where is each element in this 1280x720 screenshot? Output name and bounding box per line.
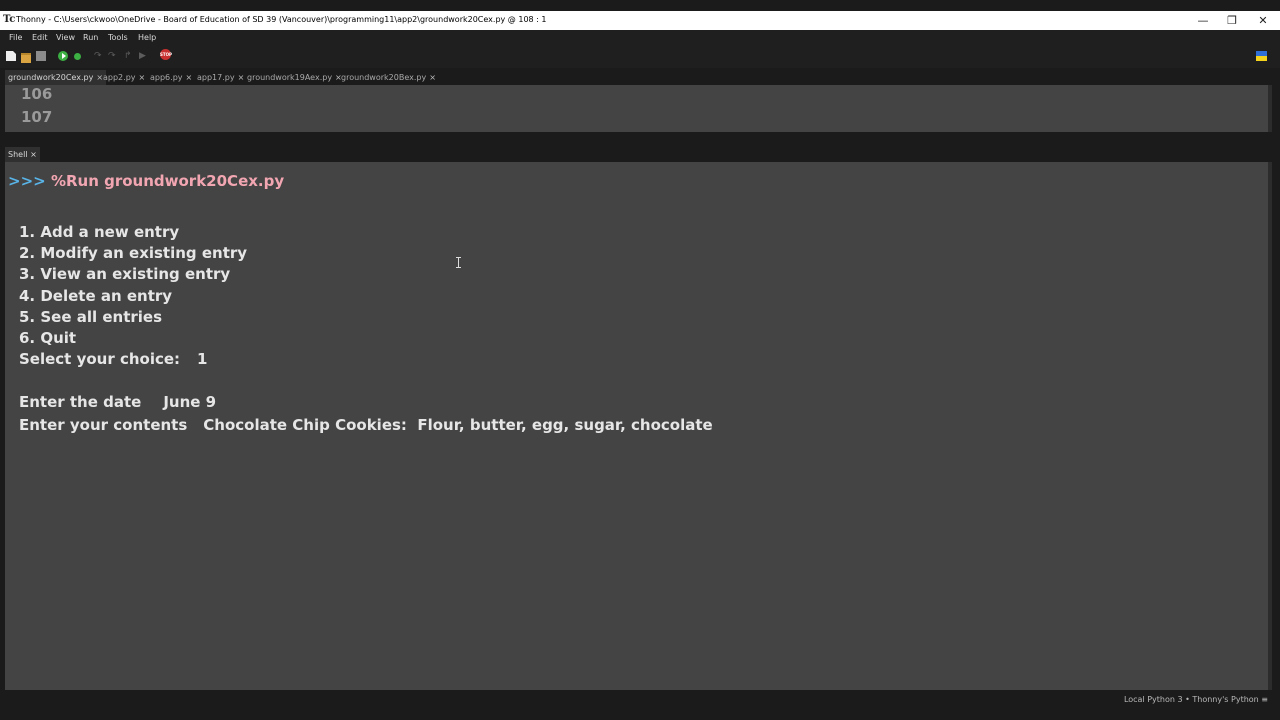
toolbar: ↷ ↷ ↱ ▶ (0, 46, 1280, 68)
new-file-icon[interactable] (6, 51, 16, 61)
date-prompt: Enter the date (19, 393, 142, 411)
contents-value: Chocolate Chip Cookies: Flour, butter, e… (203, 416, 713, 434)
resume-icon[interactable]: ▶ (139, 52, 148, 61)
menu-run[interactable]: Run (83, 32, 98, 44)
debug-icon[interactable] (74, 53, 81, 60)
menu-option: 2. Modify an existing entry (19, 244, 248, 262)
tab-close-icon[interactable]: × (186, 73, 193, 82)
tab-groundwork20Cex[interactable]: groundwork20Cex.py × (5, 70, 107, 85)
select-choice-line: Select your choice: 1 (19, 350, 207, 368)
tab-label: app2.py (103, 73, 136, 82)
text-cursor-icon (456, 257, 464, 268)
tab-label: groundwork20Bex.py (341, 73, 427, 82)
editor-scrollbar[interactable] (1268, 85, 1272, 132)
thonny-logo-icon: Tc (3, 14, 16, 25)
shell-command-line: >>> %Run groundwork20Cex.py (8, 172, 284, 190)
shell-command: %Run groundwork20Cex.py (50, 172, 285, 190)
shell-tab-bar: Shell × (0, 145, 1280, 162)
restore-button[interactable]: ❐ (1217, 12, 1247, 29)
tab-label: app17.py (197, 73, 235, 82)
stop-icon[interactable]: STOP (160, 49, 172, 60)
menu-bar: File Edit View Run Tools Help (0, 30, 1280, 46)
tab-close-icon[interactable]: × (429, 73, 436, 82)
menu-view[interactable]: View (56, 32, 75, 44)
date-line: Enter the date June 9 (19, 393, 216, 411)
shell-console[interactable]: >>> %Run groundwork20Cex.py 1. Add a new… (5, 162, 1268, 690)
tab-groundwork19Aex[interactable]: groundwork19Aex.py × (247, 72, 342, 85)
step-into-icon[interactable]: ↷ (108, 52, 117, 61)
tab-shell[interactable]: Shell × (5, 147, 40, 162)
tab-label: app6.py (150, 73, 183, 82)
thonny-window: Tc Thonny - C:\Users\ckwoo\OneDrive - Bo… (0, 0, 1280, 720)
code-editor[interactable]: 106 107 (5, 85, 1268, 132)
tab-app2[interactable]: app2.py × (103, 72, 145, 85)
status-bar: Local Python 3 • Thonny's Python ≡ (0, 690, 1280, 707)
tab-close-icon[interactable]: × (238, 73, 245, 82)
tab-close-icon[interactable]: × (30, 150, 37, 159)
editor-tab-bar: groundwork20Cex.py × app2.py × app6.py × ap… (0, 68, 1280, 85)
step-over-icon[interactable]: ↷ (94, 52, 103, 61)
menu-edit[interactable]: Edit (32, 32, 48, 44)
tab-label: groundwork19Aex.py (247, 73, 333, 82)
open-file-icon[interactable] (21, 53, 31, 63)
line-number: 106 (21, 85, 53, 103)
window-title: Thonny - C:\Users\ckwoo\OneDrive - Board… (16, 15, 547, 24)
contents-line: Enter your contents Chocolate Chip Cookie… (19, 416, 713, 434)
line-number: 107 (21, 108, 53, 126)
step-out-icon[interactable]: ↱ (124, 52, 133, 61)
save-file-icon[interactable] (36, 51, 46, 61)
tab-app17[interactable]: app17.py × (197, 72, 244, 85)
contents-prompt: Enter your contents (19, 416, 188, 434)
interpreter-status[interactable]: Local Python 3 • Thonny's Python ≡ (1124, 694, 1268, 706)
run-icon[interactable] (58, 51, 68, 61)
menu-option: 6. Quit (19, 329, 77, 347)
shell-scrollbar[interactable] (1268, 162, 1272, 690)
select-value: 1 (197, 350, 208, 368)
tab-close-icon[interactable]: × (96, 73, 103, 82)
tab-app6[interactable]: app6.py × (150, 72, 192, 85)
date-value: June 9 (163, 393, 217, 411)
ukraine-flag-icon (1256, 51, 1267, 61)
menu-tools[interactable]: Tools (108, 32, 128, 44)
menu-option: 3. View an existing entry (19, 265, 231, 283)
tab-label: groundwork20Cex.py (8, 73, 94, 82)
shell-prompt: >>> (8, 172, 46, 190)
title-bar: Tc Thonny - C:\Users\ckwoo\OneDrive - Bo… (0, 11, 1280, 30)
tab-label: Shell (8, 150, 28, 159)
minimize-button[interactable]: — (1188, 12, 1218, 29)
close-button[interactable]: ✕ (1248, 12, 1278, 29)
tab-groundwork20Bex[interactable]: groundwork20Bex.py × (341, 72, 436, 85)
menu-option: 4. Delete an entry (19, 287, 173, 305)
menu-option: 5. See all entries (19, 308, 163, 326)
select-prompt: Select your choice: (19, 350, 181, 368)
tab-close-icon[interactable]: × (139, 73, 146, 82)
menu-help[interactable]: Help (138, 32, 156, 44)
menu-file[interactable]: File (9, 32, 22, 44)
menu-option: 1. Add a new entry (19, 223, 180, 241)
